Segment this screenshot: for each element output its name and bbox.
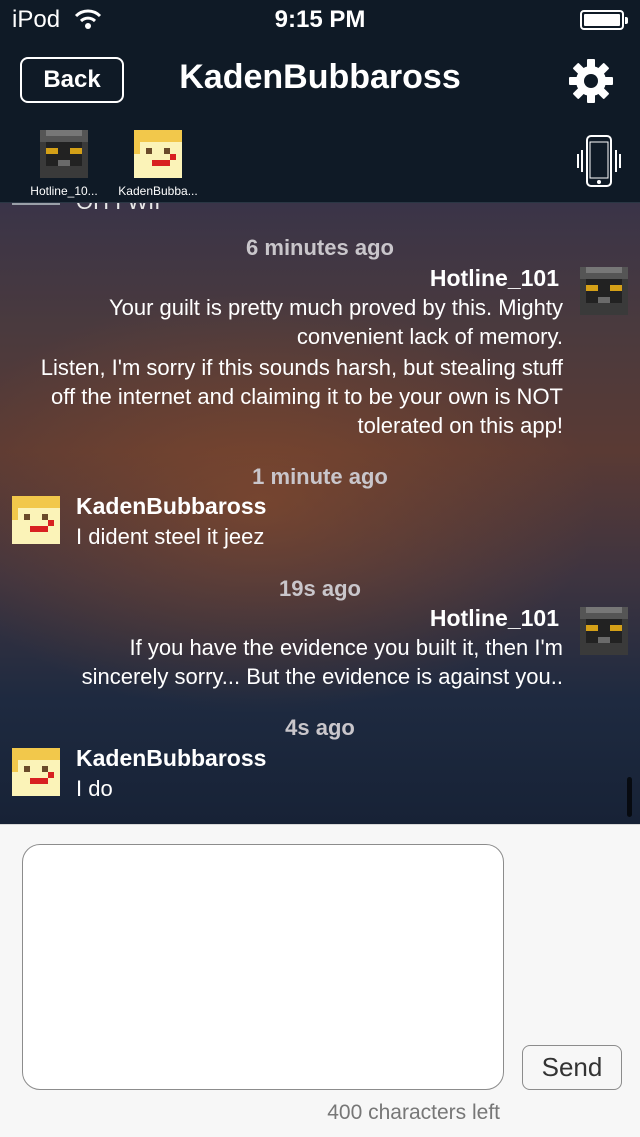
partial-message: OH I WII xyxy=(76,203,160,215)
battery-icon xyxy=(580,10,628,30)
yellow-pixel-avatar-icon[interactable] xyxy=(12,748,60,796)
dark-pixel-avatar-icon xyxy=(40,130,88,178)
sender-name: KadenBubbaross xyxy=(76,745,267,771)
dark-pixel-avatar-icon[interactable] xyxy=(580,267,628,315)
message-text: I dident steel it jeez xyxy=(76,524,265,549)
phone-vibrate-icon[interactable] xyxy=(576,132,622,192)
participants-bar: Hotline_10... KadenBubba... xyxy=(0,122,640,203)
back-button[interactable]: Back xyxy=(20,57,124,103)
participant-hotline[interactable]: Hotline_10... xyxy=(14,130,114,198)
send-button[interactable]: Send xyxy=(522,1045,622,1090)
participant-kaden[interactable]: KadenBubba... xyxy=(108,130,208,198)
sender-name: KadenBubbaross xyxy=(76,493,267,519)
status-bar: iPod 9:15 PM xyxy=(0,0,640,40)
message-text: If you have the evidence you built it, t… xyxy=(81,635,563,689)
message-input[interactable] xyxy=(22,844,504,1090)
composer: Send 400 characters left xyxy=(0,824,640,1137)
timestamp: 1 minute ago xyxy=(252,464,388,489)
sender-name: Hotline_101 xyxy=(429,605,559,631)
participant-name: Hotline_10... xyxy=(30,184,98,198)
yellow-pixel-avatar-icon xyxy=(134,130,182,178)
dark-pixel-avatar-icon[interactable] xyxy=(580,607,628,655)
gear-icon[interactable] xyxy=(566,56,616,106)
page-title: KadenBubbaross xyxy=(179,58,461,96)
character-counter: 400 characters left xyxy=(327,1101,500,1124)
sender-name: Hotline_101 xyxy=(429,265,559,291)
timestamp: 4s ago xyxy=(285,715,355,740)
timestamp: 6 minutes ago xyxy=(246,235,394,260)
yellow-pixel-avatar-icon[interactable] xyxy=(12,496,60,544)
participant-name: KadenBubba... xyxy=(118,184,198,198)
message-text: Your guilt is pretty much proved by this… xyxy=(108,295,563,349)
timestamp: 19s ago xyxy=(279,576,361,601)
cut-off-divider xyxy=(12,203,60,205)
status-time: 9:15 PM xyxy=(274,6,366,33)
message-text: I do xyxy=(76,776,113,801)
nav-bar: Back KadenBubbaross xyxy=(0,40,640,122)
scrollbar[interactable] xyxy=(627,777,632,817)
message-text: Listen, I'm sorry if this sounds harsh, … xyxy=(40,355,563,438)
chat-area[interactable]: OH I WII 6 minutes ago Hotline_101 Your … xyxy=(0,203,640,824)
